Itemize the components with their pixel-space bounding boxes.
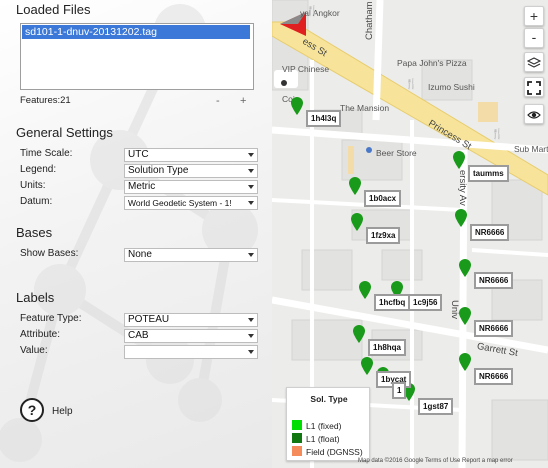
feature-pin-icon[interactable]: [290, 96, 304, 116]
legend-item: L1 (fixed): [292, 420, 341, 431]
legend-item-label: Field (DGNSS): [306, 447, 363, 457]
street-label: ersity Av: [457, 170, 468, 206]
solution-type-legend: Sol. Type L1 (fixed) L1 (float) Field (D…: [286, 387, 370, 461]
show-bases-value: None: [128, 249, 152, 260]
feature-type-label: Feature Type:: [20, 313, 82, 324]
chevron-down-icon: [248, 253, 254, 257]
feature-label[interactable]: 1hcfbq: [374, 294, 411, 311]
time-scale-label: Time Scale:: [20, 148, 73, 159]
feature-label[interactable]: 1c9j56: [408, 294, 443, 311]
chevron-down-icon: [248, 185, 254, 189]
datum-select[interactable]: World Geodetic System - 1!: [124, 196, 258, 210]
feature-pin-icon[interactable]: [350, 212, 364, 232]
feature-label[interactable]: 1h8hqa: [368, 339, 407, 356]
help-label[interactable]: Help: [52, 406, 73, 417]
chevron-down-icon: [248, 334, 254, 338]
feature-pin-icon[interactable]: [458, 352, 472, 372]
attribute-value: CAB: [128, 330, 149, 341]
units-label: Units:: [20, 180, 46, 191]
bases-title: Bases: [16, 225, 53, 240]
place-label: Sub Mart: [514, 144, 548, 154]
chevron-down-icon: [248, 350, 254, 354]
feature-label[interactable]: 1b0acx: [364, 190, 402, 207]
chevron-down-icon: [248, 201, 254, 205]
units-value: Metric: [128, 181, 156, 192]
file-list-item[interactable]: sd101-1-dnuv-20131202.tag: [22, 25, 250, 39]
feature-label[interactable]: taumms: [468, 165, 509, 182]
feature-pin-icon[interactable]: [348, 176, 362, 196]
attribute-label: Attribute:: [20, 329, 61, 340]
zoom-in-button[interactable]: +: [524, 6, 544, 26]
feature-pin-icon[interactable]: [458, 258, 472, 278]
feature-type-value: POTEAU: [128, 314, 170, 325]
show-bases-select[interactable]: None: [124, 248, 258, 262]
restaurant-icon: 🍴: [405, 79, 418, 90]
legend-item-label: L1 (fixed): [306, 421, 342, 431]
map-view[interactable]: yal Angkor Papa John's Pizza Izumo Sushi…: [272, 0, 548, 468]
place-label: The Mansion: [340, 103, 390, 113]
feature-label[interactable]: NR6666: [474, 320, 514, 337]
map-attribution[interactable]: Map data ©2016 Google Terms of Use Repor…: [358, 458, 513, 464]
chevron-down-icon: [248, 169, 254, 173]
feature-label[interactable]: NR6666: [474, 368, 514, 385]
feature-pin-icon[interactable]: [358, 280, 372, 300]
file-list[interactable]: sd101-1-dnuv-20131202.tag: [20, 23, 254, 90]
attribute-select[interactable]: CAB: [124, 329, 258, 343]
datum-label: Datum:: [20, 196, 53, 207]
feature-label[interactable]: NR6666: [470, 224, 510, 241]
legend-item: L1 (float): [292, 433, 340, 444]
feature-pin-icon[interactable]: [452, 150, 466, 170]
time-scale-select[interactable]: UTC: [124, 148, 258, 162]
help-icon[interactable]: ?: [20, 398, 44, 422]
feature-type-select[interactable]: POTEAU: [124, 313, 258, 327]
chevron-down-icon: [248, 153, 254, 157]
fold-handle-dot-icon: [281, 80, 287, 86]
place-label: Papa John's Pizza: [397, 58, 467, 68]
legend-swatch: [292, 446, 302, 456]
legend-label: Legend:: [20, 164, 57, 175]
chevron-down-icon: [248, 318, 254, 322]
legend-value: Solution Type: [128, 165, 189, 176]
labels-title: Labels: [16, 290, 55, 305]
place-label: Beer Store: [376, 148, 417, 158]
loaded-files-title: Loaded Files: [16, 2, 91, 17]
zoom-out-button[interactable]: -: [524, 28, 544, 48]
feature-pin-icon[interactable]: [454, 208, 468, 228]
remove-file-button[interactable]: -: [216, 95, 220, 107]
legend-title: Sol. Type: [310, 394, 348, 404]
settings-panel: Loaded Files sd101-1-dnuv-20131202.tag F…: [0, 0, 272, 468]
units-select[interactable]: Metric: [124, 180, 258, 194]
value-label: Value:: [20, 345, 48, 356]
fullscreen-icon[interactable]: [524, 77, 544, 97]
restaurant-icon: 🍴: [491, 129, 504, 140]
layers-icon[interactable]: [524, 52, 544, 72]
time-scale-value: UTC: [128, 149, 149, 160]
features-count: Features:21: [20, 95, 71, 106]
datum-value: World Geodetic System - 1!: [128, 198, 232, 208]
show-bases-label: Show Bases:: [20, 248, 79, 259]
feature-label[interactable]: NR6666: [474, 272, 514, 289]
street-label: Chatham St: [364, 0, 375, 40]
legend-item-label: L1 (float): [306, 434, 340, 444]
legend-swatch: [292, 420, 302, 430]
general-settings-title: General Settings: [16, 125, 113, 140]
feature-pin-icon[interactable]: [352, 324, 366, 344]
feature-pin-icon[interactable]: [458, 306, 472, 326]
shop-icon: [366, 147, 372, 153]
feature-pin-icon[interactable]: [360, 356, 374, 376]
place-label: Izumo Sushi: [428, 82, 475, 92]
place-label: VIP Chinese: [282, 64, 330, 74]
feature-label[interactable]: 1gst87: [418, 398, 454, 415]
feature-label[interactable]: 1h4l3q: [306, 110, 342, 127]
value-select[interactable]: [124, 345, 258, 359]
feature-label[interactable]: 1fz9xa: [366, 227, 401, 244]
visibility-eye-icon[interactable]: [524, 104, 544, 124]
feature-label[interactable]: 1: [392, 382, 407, 399]
restaurant-icon: 🍴: [306, 6, 319, 17]
legend-item: Field (DGNSS): [292, 446, 363, 457]
legend-swatch: [292, 433, 302, 443]
legend-select[interactable]: Solution Type: [124, 164, 258, 178]
add-file-button[interactable]: +: [240, 95, 246, 107]
